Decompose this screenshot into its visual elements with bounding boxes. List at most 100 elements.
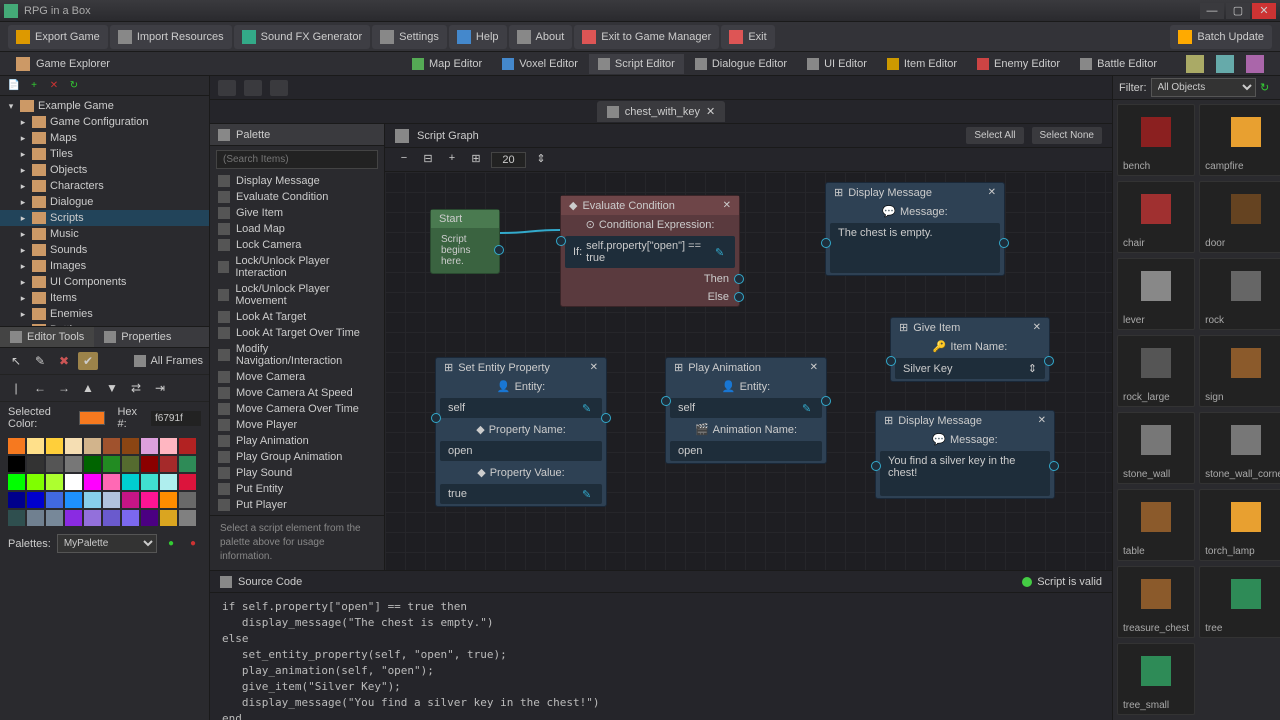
tab-battle-editor[interactable]: Battle Editor bbox=[1071, 54, 1166, 74]
palette-color[interactable] bbox=[46, 492, 63, 508]
palette-color[interactable] bbox=[27, 510, 44, 526]
object-card[interactable]: sign bbox=[1199, 335, 1280, 407]
tree-item[interactable]: ▸Items bbox=[0, 290, 209, 306]
palette-search[interactable] bbox=[216, 150, 378, 169]
palette-item[interactable]: Give Item bbox=[210, 205, 384, 221]
node-display-message-1[interactable]: ⊞Display Message✕ 💬Message: The chest is… bbox=[825, 182, 1005, 276]
palette-color[interactable] bbox=[84, 456, 101, 472]
palette-item[interactable]: Lock/Unlock Player Movement bbox=[210, 281, 384, 309]
palette-color[interactable] bbox=[84, 474, 101, 490]
palette-list[interactable]: Display MessageEvaluate ConditionGive It… bbox=[210, 173, 384, 515]
object-card[interactable]: stone_wall_corner bbox=[1199, 412, 1280, 484]
tab-properties[interactable]: Properties bbox=[94, 327, 181, 347]
object-grid[interactable]: benchcampfirechairdoorleverrockrock_larg… bbox=[1113, 100, 1280, 720]
tree-item[interactable]: ▸Dialogue bbox=[0, 194, 209, 210]
node-give-item[interactable]: ⊞Give Item✕ 🔑Item Name: Silver Key⇕ bbox=[890, 317, 1050, 382]
palette-item[interactable]: Move Camera At Speed bbox=[210, 385, 384, 401]
zoom-input[interactable] bbox=[491, 152, 526, 168]
export-game-button[interactable]: Export Game bbox=[8, 25, 108, 49]
palette-color[interactable] bbox=[84, 492, 101, 508]
copy-button[interactable] bbox=[270, 80, 288, 96]
palette-color[interactable] bbox=[122, 492, 139, 508]
palette-color[interactable] bbox=[8, 474, 25, 490]
palette-remove[interactable]: ● bbox=[185, 537, 201, 551]
palette-item[interactable]: Lock/Unlock Player Interaction bbox=[210, 253, 384, 281]
object-card[interactable]: bench bbox=[1117, 104, 1195, 176]
palette-item[interactable]: Put Entity bbox=[210, 481, 384, 497]
new-script-button[interactable] bbox=[218, 80, 236, 96]
palette-color[interactable] bbox=[8, 492, 25, 508]
palette-color[interactable] bbox=[65, 474, 82, 490]
object-card[interactable]: treasure_chest bbox=[1117, 566, 1195, 638]
close-icon[interactable]: ✕ bbox=[1033, 322, 1041, 333]
about-button[interactable]: About bbox=[509, 25, 573, 49]
node-set-entity-property[interactable]: ⊞Set Entity Property✕ 👤Entity: self✎ ◆Pr… bbox=[435, 357, 607, 507]
palette-color[interactable] bbox=[46, 438, 63, 454]
graph-canvas[interactable]: Start Script begins here. ◆Evaluate Cond… bbox=[385, 172, 1112, 570]
tree-item[interactable]: ▸Sounds bbox=[0, 242, 209, 258]
palette-color[interactable] bbox=[141, 474, 158, 490]
filter-select[interactable]: All Objects bbox=[1151, 78, 1257, 97]
hex-input[interactable] bbox=[151, 411, 201, 426]
node-evaluate-condition[interactable]: ◆Evaluate Condition✕ ⊙Conditional Expres… bbox=[560, 195, 740, 307]
edit-icon[interactable]: ✎ bbox=[802, 402, 814, 414]
palette-color[interactable] bbox=[8, 456, 25, 472]
nav-down[interactable]: ▼ bbox=[102, 379, 122, 397]
edit-icon[interactable]: ✎ bbox=[715, 246, 727, 258]
file-tab-close[interactable]: ✕ bbox=[706, 105, 715, 118]
zoom-out-button[interactable]: − bbox=[395, 152, 413, 168]
palette-color[interactable] bbox=[160, 438, 177, 454]
tree-item[interactable]: ▸Objects bbox=[0, 162, 209, 178]
nav-prev[interactable]: ← bbox=[30, 379, 50, 397]
close-icon[interactable]: ✕ bbox=[1038, 415, 1046, 426]
nav-up[interactable]: ▲ bbox=[78, 379, 98, 397]
settings-button[interactable]: Settings bbox=[372, 25, 447, 49]
palette-color[interactable] bbox=[27, 456, 44, 472]
delete-button[interactable]: ✕ bbox=[46, 79, 62, 93]
palette-color[interactable] bbox=[179, 510, 196, 526]
zoom-reset-button[interactable]: ⊞ bbox=[467, 152, 485, 168]
zoom-fit-button[interactable]: ⊟ bbox=[419, 152, 437, 168]
palette-color[interactable] bbox=[103, 438, 120, 454]
zoom-stepper[interactable]: ⇕ bbox=[532, 152, 550, 168]
object-card[interactable]: table bbox=[1117, 489, 1195, 561]
select-none-button[interactable]: Select None bbox=[1032, 127, 1102, 144]
palette-color[interactable] bbox=[8, 510, 25, 526]
close-icon[interactable]: ✕ bbox=[988, 187, 996, 198]
object-card[interactable]: lever bbox=[1117, 258, 1195, 330]
palette-item[interactable]: Load Map bbox=[210, 221, 384, 237]
pencil-tool[interactable]: ✎ bbox=[30, 352, 50, 370]
palette-color[interactable] bbox=[160, 474, 177, 490]
palette-color[interactable] bbox=[65, 510, 82, 526]
palette-item[interactable]: Play Group Animation bbox=[210, 449, 384, 465]
palette-color[interactable] bbox=[103, 474, 120, 490]
object-card[interactable]: tree bbox=[1199, 566, 1280, 638]
palette-color[interactable] bbox=[103, 510, 120, 526]
node-start[interactable]: Start Script begins here. bbox=[430, 209, 500, 274]
palette-add[interactable]: ● bbox=[163, 537, 179, 551]
palette-item[interactable]: Play Animation bbox=[210, 433, 384, 449]
tree-item[interactable]: ▸Game Configuration bbox=[0, 114, 209, 130]
palette-item[interactable]: Move Camera bbox=[210, 369, 384, 385]
palette-color[interactable] bbox=[160, 510, 177, 526]
palette-color[interactable] bbox=[179, 456, 196, 472]
palette-color[interactable] bbox=[179, 474, 196, 490]
palette-color[interactable] bbox=[122, 474, 139, 490]
palette-item[interactable]: Display Message bbox=[210, 173, 384, 189]
object-card[interactable]: rock bbox=[1199, 258, 1280, 330]
close-icon[interactable]: ✕ bbox=[723, 200, 731, 211]
edit-icon[interactable]: ✎ bbox=[582, 402, 594, 414]
minimize-button[interactable]: — bbox=[1200, 3, 1224, 19]
add-button[interactable]: + bbox=[26, 79, 42, 93]
palette-color[interactable] bbox=[179, 492, 196, 508]
palette-color[interactable] bbox=[141, 438, 158, 454]
palette-color[interactable] bbox=[46, 456, 63, 472]
panel-toggle-2[interactable] bbox=[1216, 55, 1234, 73]
tree-item[interactable]: ▸Tiles bbox=[0, 146, 209, 162]
palette-color[interactable] bbox=[27, 474, 44, 490]
nav-last[interactable]: ⇥ bbox=[150, 379, 170, 397]
palette-color[interactable] bbox=[27, 492, 44, 508]
palette-color[interactable] bbox=[179, 438, 196, 454]
help-button[interactable]: Help bbox=[449, 25, 507, 49]
palette-color[interactable] bbox=[160, 492, 177, 508]
